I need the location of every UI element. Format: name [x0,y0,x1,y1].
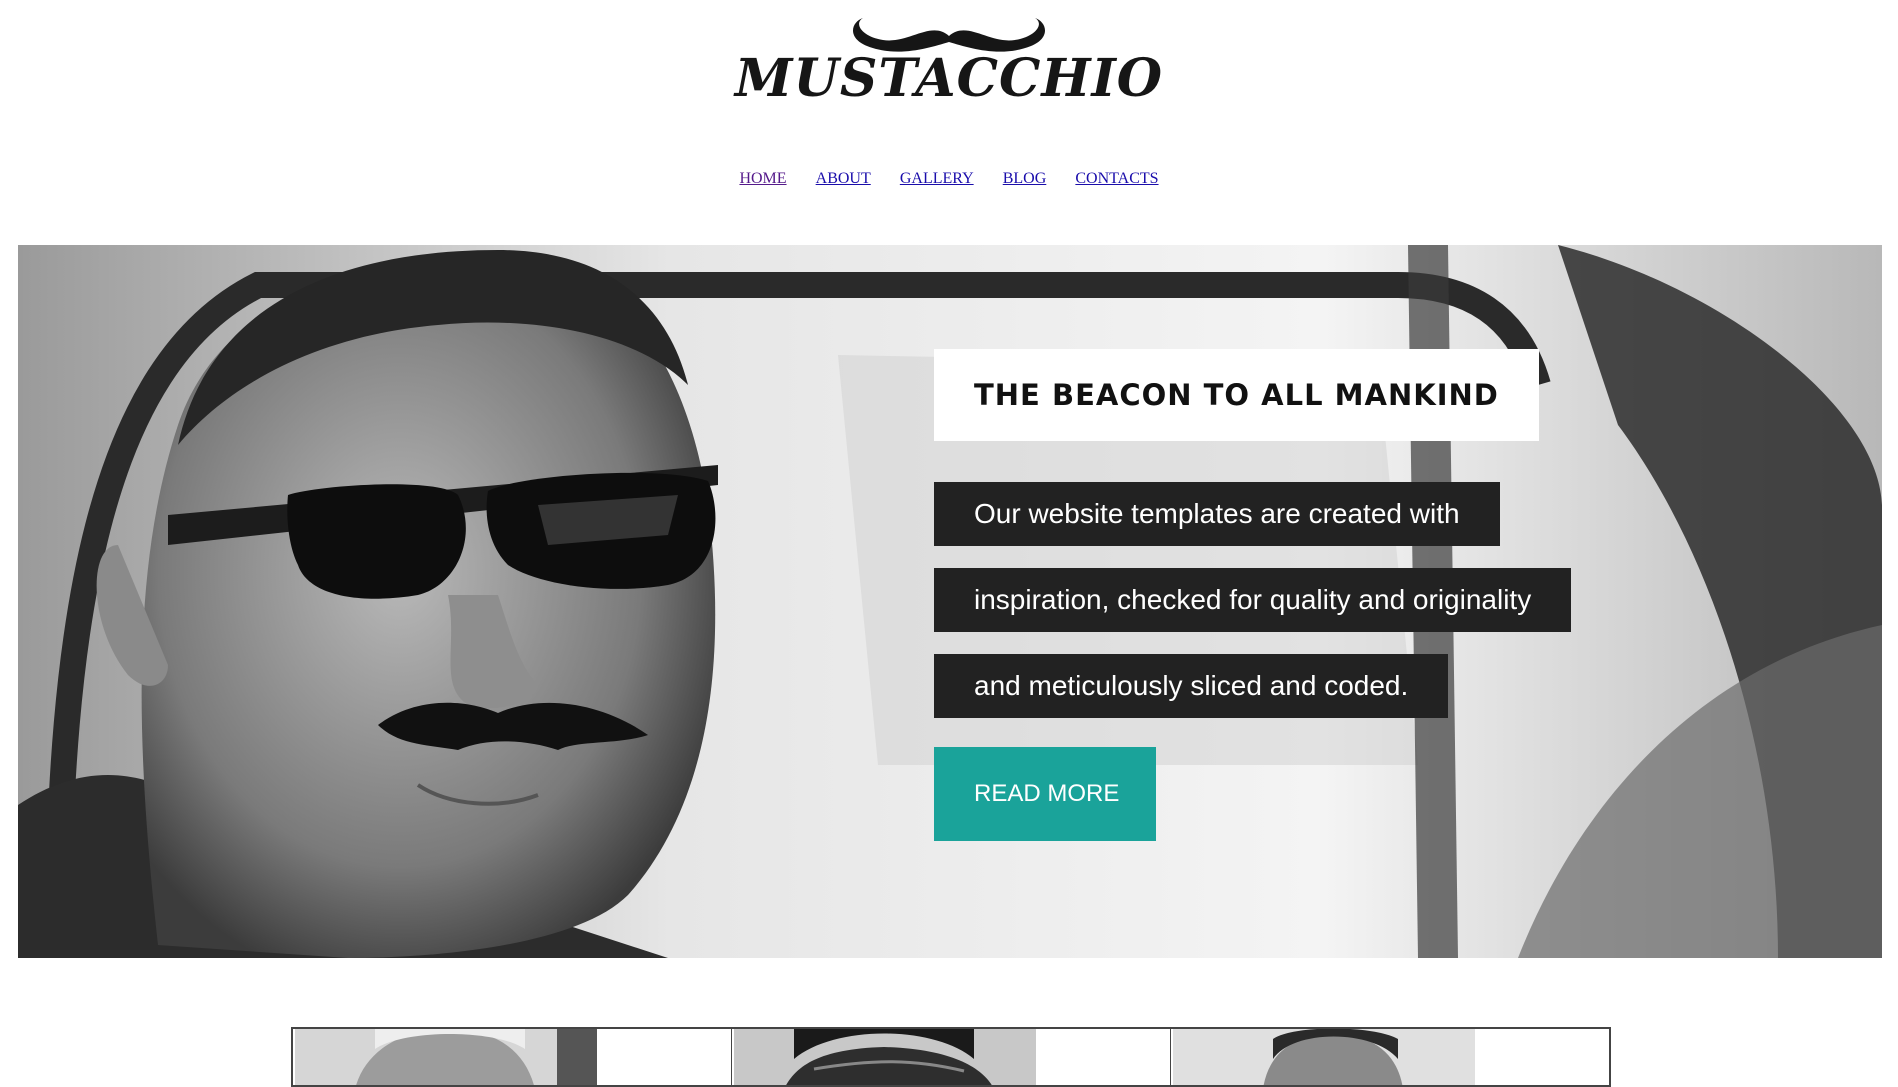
gallery-item[interactable] [1171,1029,1609,1085]
read-more-button[interactable]: READ MORE [934,747,1156,841]
nav-blog[interactable]: BLOG [1003,170,1047,187]
hero-text-line: and meticulously sliced and coded. [934,654,1449,718]
logo[interactable]: MUSTACCHIO [0,14,1898,110]
hero-text-line: Our website templates are created with [934,482,1500,546]
hero-title-box: THE BEACON TO ALL MANKIND [934,349,1539,441]
gallery-strip [291,1027,1611,1087]
logo-text: MUSTACCHIO [734,48,1164,109]
main-nav: HOME ABOUT GALLERY BLOG CONTACTS [0,168,1898,188]
nav-about[interactable]: ABOUT [816,170,871,187]
portrait-thumbnail [1173,1029,1475,1085]
gallery-item[interactable] [732,1029,1171,1085]
nav-contacts[interactable]: CONTACTS [1075,170,1158,187]
hero-title: THE BEACON TO ALL MANKIND [974,378,1499,412]
nav-home[interactable]: HOME [739,170,786,187]
hero-banner: THE BEACON TO ALL MANKIND Our website te… [18,245,1882,958]
portrait-thumbnail [734,1029,1036,1085]
hero-text-line: inspiration, checked for quality and ori… [934,568,1572,632]
gallery-item[interactable] [293,1029,732,1085]
nav-gallery[interactable]: GALLERY [900,170,974,187]
portrait-thumbnail [295,1029,597,1085]
